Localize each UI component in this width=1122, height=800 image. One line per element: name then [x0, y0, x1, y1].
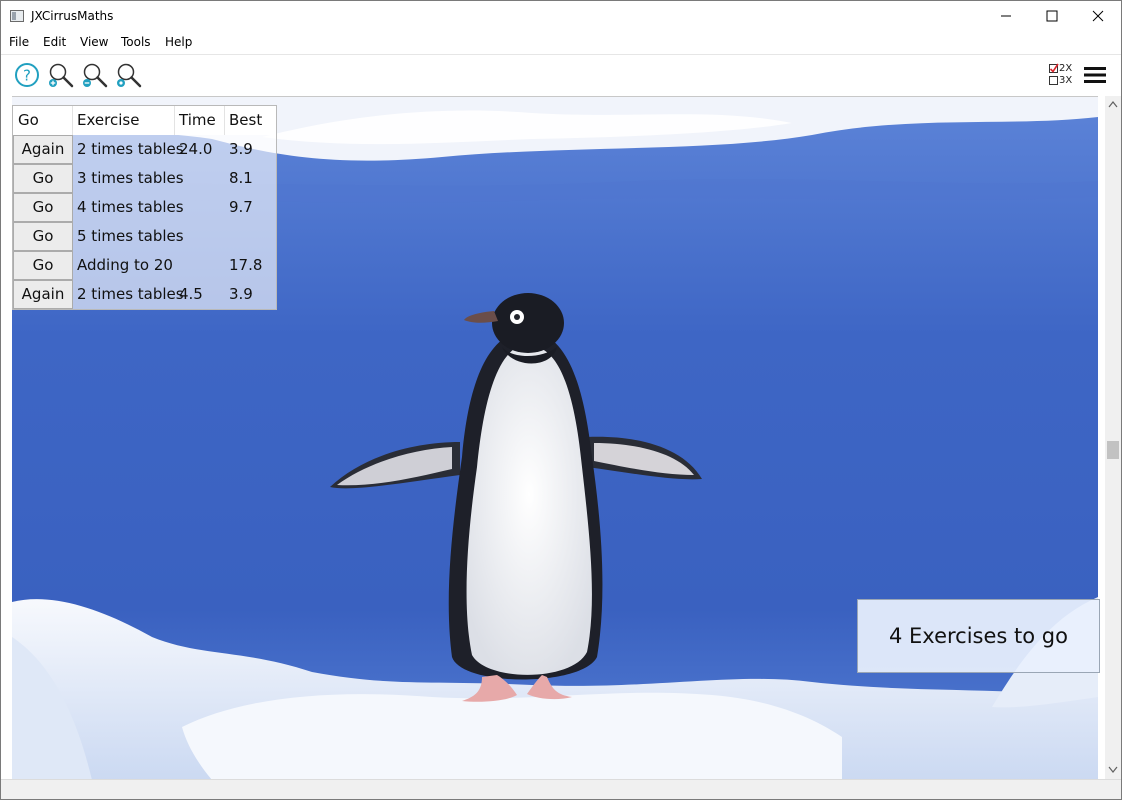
go-button[interactable]: Go: [13, 222, 73, 251]
window-title: JXCirrusMaths: [31, 9, 114, 23]
help-icon[interactable]: ?: [13, 61, 41, 89]
exercise-name: 3 times tables: [77, 169, 184, 187]
bottom-bar: [1, 779, 1121, 799]
zoom-reset-icon[interactable]: [115, 61, 143, 89]
mode-label-3x: 3X: [1059, 75, 1073, 86]
zoom-out-icon[interactable]: [81, 61, 109, 89]
maximize-button[interactable]: [1029, 1, 1075, 31]
close-icon: [1092, 10, 1104, 22]
exercise-name: 5 times tables: [77, 227, 184, 245]
exercise-table: Go Exercise Time Best Again 2 times tabl…: [12, 105, 277, 310]
menu-edit[interactable]: Edit: [43, 35, 66, 49]
exercise-best: 3.9: [229, 140, 253, 158]
table-row: Again 2 times tables 24.0 3.9: [13, 135, 276, 164]
exercise-time: 24.0: [179, 140, 213, 158]
exercise-name: Adding to 20: [77, 256, 173, 274]
exercise-name: 2 times tables: [77, 285, 184, 303]
table-row: Again 2 times tables 4.5 3.9: [13, 280, 276, 309]
close-button[interactable]: [1075, 1, 1121, 31]
scroll-down-icon[interactable]: [1108, 766, 1118, 774]
zoom-in-icon[interactable]: [47, 61, 75, 89]
exercise-best: 8.1: [229, 169, 253, 187]
menu-bar: File Edit View Tools Help: [1, 32, 1121, 53]
column-header-exercise: Exercise: [73, 106, 175, 135]
menu-file[interactable]: File: [9, 35, 29, 49]
menu-help[interactable]: Help: [165, 35, 192, 49]
app-window: JXCirrusMaths File Edit View Tools Help …: [0, 0, 1122, 800]
exercise-best: 3.9: [229, 285, 253, 303]
again-button[interactable]: Again: [13, 135, 73, 164]
table-header-row: Go Exercise Time Best: [13, 106, 276, 135]
maximize-icon: [1046, 10, 1058, 22]
minimize-button[interactable]: [983, 1, 1029, 31]
go-button[interactable]: Go: [13, 193, 73, 222]
exercise-name: 4 times tables: [77, 198, 184, 216]
svg-text:?: ?: [23, 67, 31, 85]
vertical-scrollbar[interactable]: [1105, 96, 1121, 779]
menu-view[interactable]: View: [80, 35, 108, 49]
column-header-go: Go: [13, 106, 73, 135]
menu-tools[interactable]: Tools: [121, 35, 151, 49]
exercise-best: 9.7: [229, 198, 253, 216]
hamburger-menu-icon[interactable]: [1083, 65, 1107, 85]
exercises-remaining-text: 4 Exercises to go: [889, 624, 1068, 648]
table-row: Go Adding to 20 17.8: [13, 251, 276, 280]
exercise-time: 4.5: [179, 285, 203, 303]
app-icon: [10, 10, 24, 22]
exercise-name: 2 times tables: [77, 140, 184, 158]
table-row: Go 3 times tables 8.1: [13, 164, 276, 193]
again-button[interactable]: Again: [13, 280, 73, 309]
minimize-icon: [1001, 15, 1011, 17]
title-bar: JXCirrusMaths: [1, 1, 1121, 31]
table-row: Go 4 times tables 9.7: [13, 193, 276, 222]
table-row: Go 5 times tables: [13, 222, 276, 251]
mode-label-2x: 2X: [1059, 63, 1073, 74]
exercise-best: 17.8: [229, 256, 263, 274]
column-header-time: Time: [175, 106, 225, 135]
content-area: Go Exercise Time Best Again 2 times tabl…: [12, 96, 1098, 779]
go-button[interactable]: Go: [13, 251, 73, 280]
go-button[interactable]: Go: [13, 164, 73, 193]
column-header-best: Best: [229, 111, 263, 129]
toolbar: ? 2X 3X: [1, 54, 1121, 95]
table-mode-toggle[interactable]: 2X 3X: [1048, 63, 1074, 87]
status-panel: 4 Exercises to go: [857, 599, 1100, 673]
scrollbar-thumb[interactable]: [1107, 441, 1119, 459]
scroll-up-icon[interactable]: [1108, 100, 1118, 108]
